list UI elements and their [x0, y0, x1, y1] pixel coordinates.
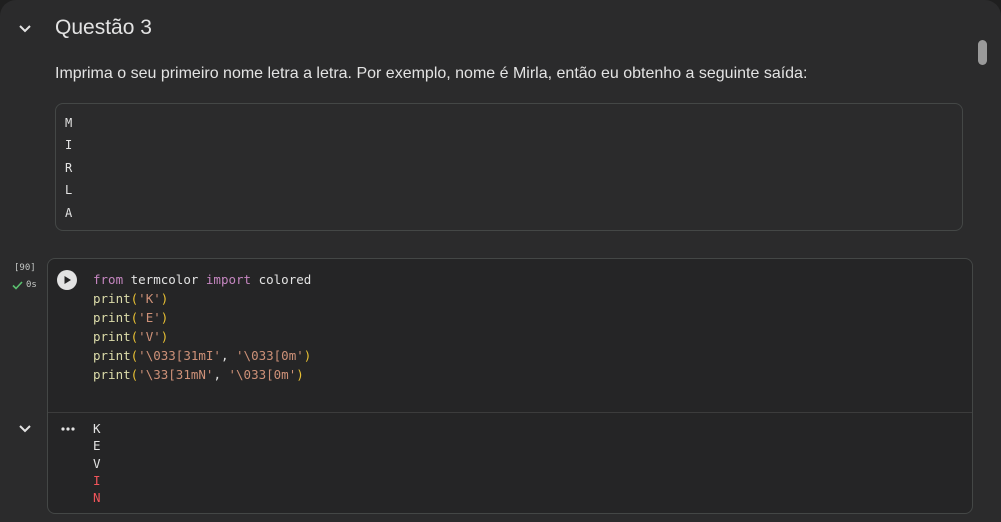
code-token: ): [303, 348, 312, 363]
code-token: 'K': [138, 291, 161, 306]
code-token: print: [93, 291, 131, 306]
code-token: '\33[31mN': [138, 367, 214, 382]
example-line: L: [65, 183, 73, 197]
code-token: ): [296, 367, 304, 382]
code-cell[interactable]: from termcolor import colored print('K') p…: [47, 258, 973, 514]
code-line: print('E'): [93, 308, 311, 327]
output-line: K: [93, 421, 101, 436]
play-icon: [64, 276, 71, 284]
code-token: '\033[0m': [236, 348, 304, 363]
more-horiz-icon: [61, 427, 75, 431]
code-token: from: [93, 272, 124, 287]
output-line: I: [93, 473, 101, 488]
example-line: I: [65, 138, 73, 152]
collapse-output-button[interactable]: [14, 420, 36, 438]
example-line: R: [65, 161, 73, 175]
code-token: termcolor: [123, 272, 206, 287]
code-token: ,: [220, 348, 237, 363]
chevron-down-icon: [19, 25, 31, 33]
code-token: ): [160, 291, 169, 306]
scrollbar-thumb[interactable]: [978, 40, 987, 65]
code-line: print('\033[31mI', '\033[0m'): [93, 346, 311, 365]
code-token: ): [160, 310, 169, 325]
code-token: '\033[31mI': [138, 348, 221, 363]
code-token: '\033[0m': [228, 367, 297, 382]
output-line: N: [93, 490, 101, 505]
code-token: 'E': [138, 310, 161, 325]
check-icon: [12, 280, 23, 290]
example-output-box: M I R L A: [55, 103, 963, 231]
code-line: print('V'): [93, 327, 311, 346]
code-editor[interactable]: from termcolor import colored print('K') p…: [93, 270, 311, 384]
code-token: print: [93, 348, 131, 363]
output-actions-button[interactable]: [60, 422, 76, 436]
collapse-section-button[interactable]: [14, 20, 36, 38]
example-line: A: [65, 206, 73, 220]
code-token: colored: [251, 272, 312, 287]
output-line: V: [93, 456, 101, 471]
question-description: Imprima o seu primeiro nome letra a letr…: [55, 65, 808, 82]
run-cell-button[interactable]: [57, 270, 77, 290]
output-line: E: [93, 438, 101, 453]
code-line: print('K'): [93, 289, 311, 308]
code-token: print: [93, 367, 131, 382]
output-divider: [48, 412, 972, 413]
example-line: M: [65, 116, 73, 130]
section-header: Questão 3: [0, 0, 1001, 56]
chevron-down-icon: [19, 425, 31, 433]
code-token: print: [93, 310, 131, 325]
code-token: ): [160, 329, 169, 344]
code-line: print('\33[31mN', '\033[0m'): [93, 365, 311, 384]
notebook-frame: Questão 3 Imprima o seu primeiro nome le…: [0, 0, 1001, 522]
code-line: from termcolor import colored: [93, 270, 311, 289]
code-token: import: [205, 272, 252, 287]
execution-count: [90]: [14, 263, 36, 273]
code-token: 'V': [138, 329, 161, 344]
code-token: ,: [213, 367, 229, 382]
section-title: Questão 3: [55, 16, 152, 39]
execution-duration: 0s: [26, 280, 37, 290]
code-token: print: [93, 329, 131, 344]
execution-status: 0s: [12, 280, 37, 290]
